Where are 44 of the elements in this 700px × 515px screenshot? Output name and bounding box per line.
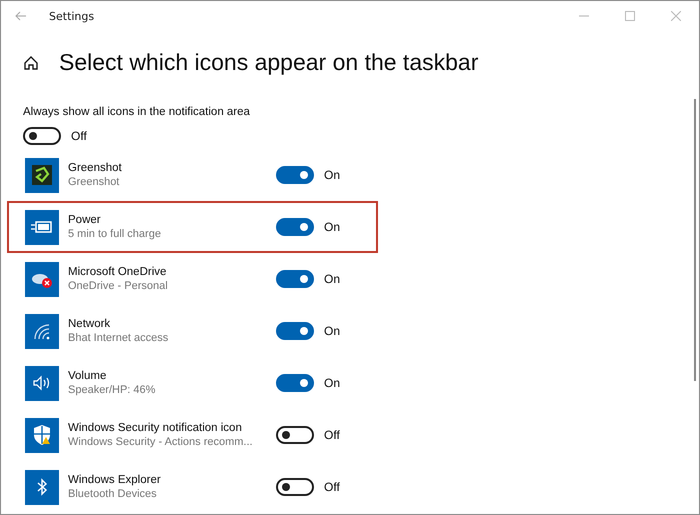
toggle-switch[interactable] — [276, 270, 314, 288]
app-name: Network — [68, 318, 112, 330]
bluetooth-icon — [36, 478, 48, 496]
toggle-state-text: On — [324, 324, 340, 338]
app-detail: Greenshot — [68, 176, 120, 188]
toggle-state-text: On — [324, 376, 340, 390]
minimize-icon — [579, 15, 589, 17]
wifi-icon — [32, 322, 52, 340]
close-icon — [671, 11, 681, 21]
toggle-state-text: Off — [324, 428, 340, 442]
app-name: Greenshot — [68, 162, 123, 174]
toggle-switch[interactable] — [276, 218, 314, 236]
maximize-icon — [625, 11, 635, 21]
app-detail: Speaker/HP: 46% — [68, 384, 156, 396]
toggle-switch[interactable] — [23, 127, 61, 145]
toggle-state-text: On — [324, 220, 340, 234]
speaker-icon — [32, 375, 52, 391]
window-title: Settings — [49, 10, 96, 22]
home-icon[interactable] — [23, 54, 39, 70]
app-detail: Bhat Internet access — [68, 332, 170, 344]
app-name: Windows Security notification icon — [68, 422, 243, 434]
battery-icon — [30, 220, 54, 234]
app-detail: 5 min to full charge — [68, 228, 162, 240]
shield-warning-icon — [31, 423, 53, 447]
app-detail: Windows Security - Actions recomm... — [68, 436, 254, 448]
app-name: Windows Explorer — [68, 474, 162, 486]
scrollbar[interactable] — [694, 99, 696, 381]
app-detail: OneDrive - Personal — [68, 280, 169, 292]
app-name: Microsoft OneDrive — [68, 266, 168, 278]
greenshot-icon — [30, 163, 54, 187]
toggle-state-text: Off — [71, 129, 87, 143]
app-name: Volume — [68, 370, 108, 382]
app-name: Power — [68, 214, 102, 226]
toggle-switch[interactable] — [276, 374, 314, 392]
toggle-state-text: Off — [324, 480, 340, 494]
toggle-state-text: On — [324, 168, 340, 182]
toggle-switch[interactable] — [276, 426, 314, 444]
toggle-switch[interactable] — [276, 322, 314, 340]
page-title: Select which icons appear on the taskbar — [59, 49, 478, 76]
toggle-state-text: On — [324, 272, 340, 286]
toggle-switch[interactable] — [276, 166, 314, 184]
app-detail: Bluetooth Devices — [68, 488, 158, 500]
toggle-switch[interactable] — [276, 478, 314, 496]
setting-label: Always show all icons in the notification area — [23, 106, 251, 118]
